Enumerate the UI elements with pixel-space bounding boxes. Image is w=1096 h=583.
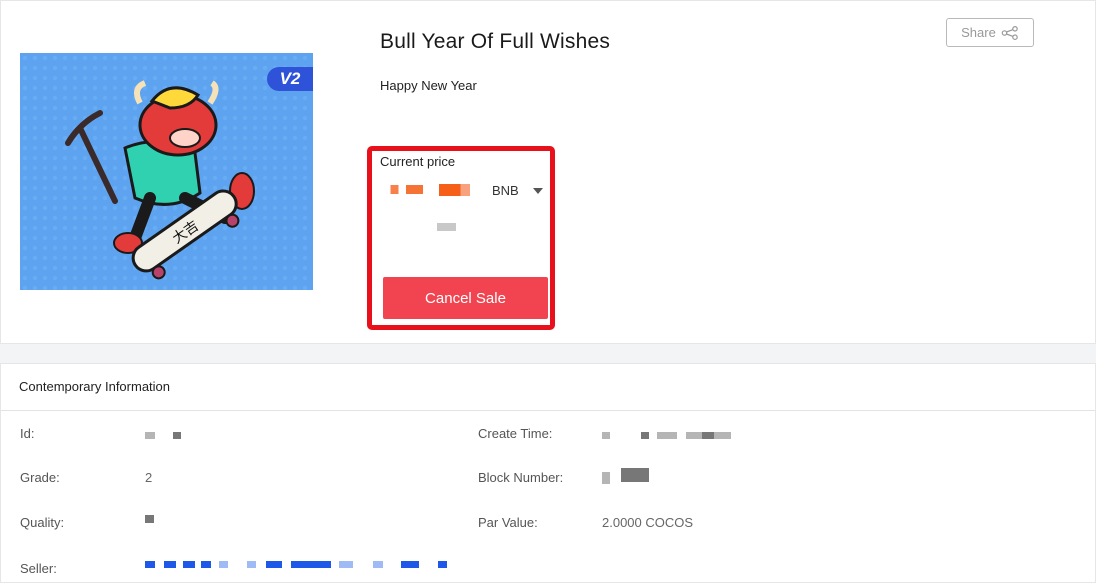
nft-artwork-image: 大吉 V2	[20, 53, 313, 290]
share-icon	[1001, 25, 1018, 40]
id-label: Id:	[20, 426, 35, 441]
share-label: Share	[961, 25, 996, 40]
item-detail-card: 大吉 V2 Bull Year Of Full Wishes Happy New…	[0, 0, 1096, 344]
chevron-down-icon[interactable]	[533, 188, 543, 194]
quality-label: Quality:	[20, 515, 65, 530]
share-button[interactable]: Share	[946, 18, 1034, 47]
cancel-sale-button[interactable]: Cancel Sale	[383, 277, 548, 319]
quality-value-redacted	[145, 515, 154, 523]
seller-label: Seller:	[20, 561, 57, 576]
price-panel: Current price BNB Cancel Sale	[367, 146, 555, 330]
price-value-redacted-2	[439, 184, 470, 196]
id-value-redacted	[145, 432, 155, 439]
price-fiat-redacted	[437, 223, 456, 231]
version-badge: V2	[267, 67, 313, 91]
par-value-label: Par Value:	[478, 515, 538, 530]
item-description: Happy New Year	[380, 78, 477, 93]
price-value-redacted	[385, 185, 423, 194]
grade-label: Grade:	[20, 470, 60, 485]
currency-select[interactable]: BNB	[492, 183, 519, 198]
block-number-redacted	[602, 472, 610, 484]
grade-value: 2	[145, 470, 153, 485]
contemporary-info-card: Contemporary Information Id: Grade: 2 Qu…	[0, 363, 1096, 583]
id-value-redacted-2	[173, 432, 181, 439]
par-value: 2.0000 COCOS	[602, 515, 694, 530]
bull-mascot-icon: 大吉	[20, 53, 313, 290]
current-price-label: Current price	[380, 154, 456, 169]
block-number-label: Block Number:	[478, 470, 564, 485]
block-number-redacted-2	[621, 468, 649, 482]
info-section-title: Contemporary Information	[1, 364, 1095, 411]
item-title: Bull Year Of Full Wishes	[380, 30, 611, 53]
create-time-label: Create Time:	[478, 426, 553, 441]
